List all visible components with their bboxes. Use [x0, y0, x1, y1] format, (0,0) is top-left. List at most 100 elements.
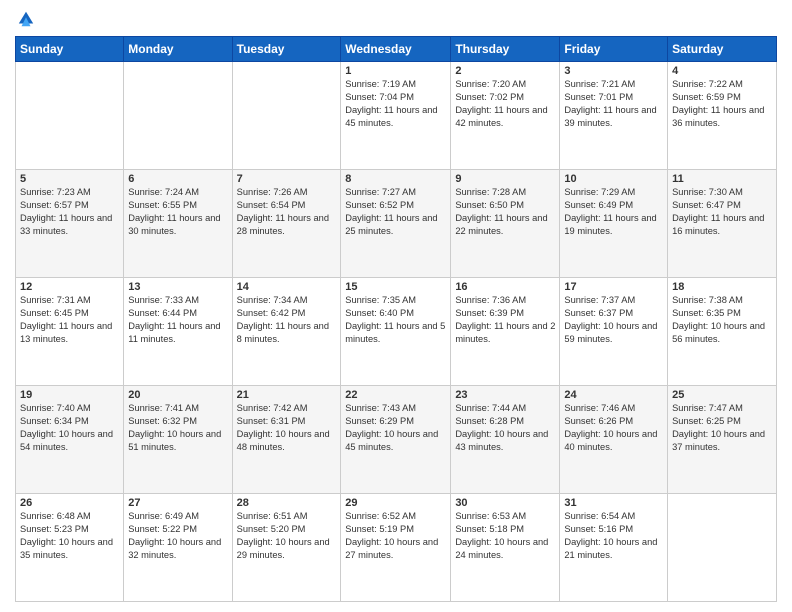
day-info: Sunrise: 7:26 AM Sunset: 6:54 PM Dayligh… — [237, 186, 337, 238]
calendar-cell: 29Sunrise: 6:52 AM Sunset: 5:19 PM Dayli… — [341, 494, 451, 602]
day-number: 19 — [20, 389, 119, 401]
day-info: Sunrise: 6:49 AM Sunset: 5:22 PM Dayligh… — [128, 510, 227, 562]
calendar-cell: 8Sunrise: 7:27 AM Sunset: 6:52 PM Daylig… — [341, 170, 451, 278]
calendar-cell: 7Sunrise: 7:26 AM Sunset: 6:54 PM Daylig… — [232, 170, 341, 278]
calendar-table: SundayMondayTuesdayWednesdayThursdayFrid… — [15, 36, 777, 602]
day-info: Sunrise: 7:42 AM Sunset: 6:31 PM Dayligh… — [237, 402, 337, 454]
day-info: Sunrise: 7:37 AM Sunset: 6:37 PM Dayligh… — [564, 294, 663, 346]
day-number: 30 — [455, 497, 555, 509]
day-number: 21 — [237, 389, 337, 401]
day-number: 6 — [128, 173, 227, 185]
day-number: 24 — [564, 389, 663, 401]
day-info: Sunrise: 7:29 AM Sunset: 6:49 PM Dayligh… — [564, 186, 663, 238]
calendar-cell — [668, 494, 777, 602]
day-number: 11 — [672, 173, 772, 185]
calendar-cell: 1Sunrise: 7:19 AM Sunset: 7:04 PM Daylig… — [341, 62, 451, 170]
day-info: Sunrise: 7:35 AM Sunset: 6:40 PM Dayligh… — [345, 294, 446, 346]
day-number: 13 — [128, 281, 227, 293]
calendar-cell: 17Sunrise: 7:37 AM Sunset: 6:37 PM Dayli… — [560, 278, 668, 386]
day-number: 20 — [128, 389, 227, 401]
weekday-header-wednesday: Wednesday — [341, 37, 451, 62]
header — [15, 10, 777, 28]
day-number: 27 — [128, 497, 227, 509]
day-info: Sunrise: 7:41 AM Sunset: 6:32 PM Dayligh… — [128, 402, 227, 454]
day-info: Sunrise: 7:44 AM Sunset: 6:28 PM Dayligh… — [455, 402, 555, 454]
day-info: Sunrise: 7:19 AM Sunset: 7:04 PM Dayligh… — [345, 78, 446, 130]
weekday-header-thursday: Thursday — [451, 37, 560, 62]
day-number: 10 — [564, 173, 663, 185]
day-number: 17 — [564, 281, 663, 293]
day-number: 15 — [345, 281, 446, 293]
calendar-cell — [124, 62, 232, 170]
day-number: 25 — [672, 389, 772, 401]
logo-icon — [17, 10, 35, 28]
day-info: Sunrise: 7:27 AM Sunset: 6:52 PM Dayligh… — [345, 186, 446, 238]
weekday-header-tuesday: Tuesday — [232, 37, 341, 62]
day-number: 18 — [672, 281, 772, 293]
calendar-cell: 19Sunrise: 7:40 AM Sunset: 6:34 PM Dayli… — [16, 386, 124, 494]
day-number: 2 — [455, 65, 555, 77]
day-info: Sunrise: 7:34 AM Sunset: 6:42 PM Dayligh… — [237, 294, 337, 346]
day-number: 14 — [237, 281, 337, 293]
weekday-header-monday: Monday — [124, 37, 232, 62]
calendar-cell: 14Sunrise: 7:34 AM Sunset: 6:42 PM Dayli… — [232, 278, 341, 386]
day-info: Sunrise: 7:23 AM Sunset: 6:57 PM Dayligh… — [20, 186, 119, 238]
day-info: Sunrise: 7:36 AM Sunset: 6:39 PM Dayligh… — [455, 294, 555, 346]
calendar-cell: 25Sunrise: 7:47 AM Sunset: 6:25 PM Dayli… — [668, 386, 777, 494]
day-number: 8 — [345, 173, 446, 185]
calendar-cell: 26Sunrise: 6:48 AM Sunset: 5:23 PM Dayli… — [16, 494, 124, 602]
calendar-cell: 27Sunrise: 6:49 AM Sunset: 5:22 PM Dayli… — [124, 494, 232, 602]
calendar-cell: 5Sunrise: 7:23 AM Sunset: 6:57 PM Daylig… — [16, 170, 124, 278]
logo — [15, 10, 35, 28]
calendar-cell — [232, 62, 341, 170]
day-info: Sunrise: 7:33 AM Sunset: 6:44 PM Dayligh… — [128, 294, 227, 346]
calendar-cell: 13Sunrise: 7:33 AM Sunset: 6:44 PM Dayli… — [124, 278, 232, 386]
day-info: Sunrise: 6:51 AM Sunset: 5:20 PM Dayligh… — [237, 510, 337, 562]
day-info: Sunrise: 7:47 AM Sunset: 6:25 PM Dayligh… — [672, 402, 772, 454]
day-number: 23 — [455, 389, 555, 401]
calendar-cell: 16Sunrise: 7:36 AM Sunset: 6:39 PM Dayli… — [451, 278, 560, 386]
day-number: 12 — [20, 281, 119, 293]
day-info: Sunrise: 7:22 AM Sunset: 6:59 PM Dayligh… — [672, 78, 772, 130]
calendar-cell — [16, 62, 124, 170]
day-number: 26 — [20, 497, 119, 509]
calendar-cell: 30Sunrise: 6:53 AM Sunset: 5:18 PM Dayli… — [451, 494, 560, 602]
day-number: 1 — [345, 65, 446, 77]
day-info: Sunrise: 7:31 AM Sunset: 6:45 PM Dayligh… — [20, 294, 119, 346]
calendar-cell: 23Sunrise: 7:44 AM Sunset: 6:28 PM Dayli… — [451, 386, 560, 494]
day-number: 4 — [672, 65, 772, 77]
day-info: Sunrise: 7:24 AM Sunset: 6:55 PM Dayligh… — [128, 186, 227, 238]
day-info: Sunrise: 7:21 AM Sunset: 7:01 PM Dayligh… — [564, 78, 663, 130]
day-number: 7 — [237, 173, 337, 185]
day-info: Sunrise: 7:40 AM Sunset: 6:34 PM Dayligh… — [20, 402, 119, 454]
calendar-cell: 21Sunrise: 7:42 AM Sunset: 6:31 PM Dayli… — [232, 386, 341, 494]
calendar-cell: 20Sunrise: 7:41 AM Sunset: 6:32 PM Dayli… — [124, 386, 232, 494]
calendar-cell: 18Sunrise: 7:38 AM Sunset: 6:35 PM Dayli… — [668, 278, 777, 386]
calendar-cell: 3Sunrise: 7:21 AM Sunset: 7:01 PM Daylig… — [560, 62, 668, 170]
calendar-cell: 31Sunrise: 6:54 AM Sunset: 5:16 PM Dayli… — [560, 494, 668, 602]
day-info: Sunrise: 6:48 AM Sunset: 5:23 PM Dayligh… — [20, 510, 119, 562]
day-info: Sunrise: 7:38 AM Sunset: 6:35 PM Dayligh… — [672, 294, 772, 346]
day-number: 5 — [20, 173, 119, 185]
day-number: 31 — [564, 497, 663, 509]
day-number: 28 — [237, 497, 337, 509]
day-number: 22 — [345, 389, 446, 401]
weekday-header-friday: Friday — [560, 37, 668, 62]
calendar-cell: 10Sunrise: 7:29 AM Sunset: 6:49 PM Dayli… — [560, 170, 668, 278]
day-info: Sunrise: 7:30 AM Sunset: 6:47 PM Dayligh… — [672, 186, 772, 238]
day-number: 9 — [455, 173, 555, 185]
calendar-cell: 22Sunrise: 7:43 AM Sunset: 6:29 PM Dayli… — [341, 386, 451, 494]
weekday-header-saturday: Saturday — [668, 37, 777, 62]
day-number: 3 — [564, 65, 663, 77]
day-info: Sunrise: 7:28 AM Sunset: 6:50 PM Dayligh… — [455, 186, 555, 238]
day-number: 16 — [455, 281, 555, 293]
page: SundayMondayTuesdayWednesdayThursdayFrid… — [0, 0, 792, 612]
day-info: Sunrise: 6:53 AM Sunset: 5:18 PM Dayligh… — [455, 510, 555, 562]
calendar-cell: 9Sunrise: 7:28 AM Sunset: 6:50 PM Daylig… — [451, 170, 560, 278]
calendar-cell: 28Sunrise: 6:51 AM Sunset: 5:20 PM Dayli… — [232, 494, 341, 602]
day-number: 29 — [345, 497, 446, 509]
calendar-cell: 24Sunrise: 7:46 AM Sunset: 6:26 PM Dayli… — [560, 386, 668, 494]
day-info: Sunrise: 6:52 AM Sunset: 5:19 PM Dayligh… — [345, 510, 446, 562]
day-info: Sunrise: 7:20 AM Sunset: 7:02 PM Dayligh… — [455, 78, 555, 130]
day-info: Sunrise: 7:43 AM Sunset: 6:29 PM Dayligh… — [345, 402, 446, 454]
